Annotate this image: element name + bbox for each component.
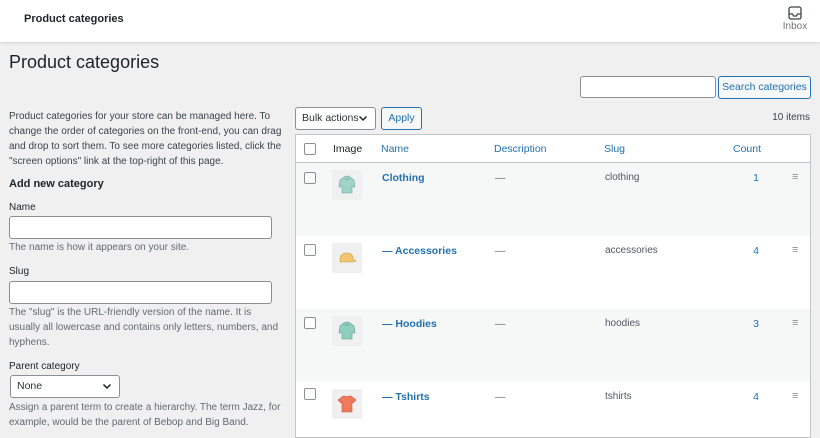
inbox-label: Inbox [782,21,808,32]
row-checkbox[interactable] [304,317,316,329]
category-thumbnail [332,243,362,273]
parent-category-select[interactable]: None [10,375,120,398]
category-slug: clothing [605,172,640,183]
hoodie-icon [338,175,356,194]
table-row: Clothing — clothing 1 ≡ [296,163,810,236]
category-count-link[interactable]: 1 [751,172,761,184]
tshirt-icon [337,395,357,413]
category-thumbnail [332,389,362,419]
column-description[interactable]: Description [494,143,547,155]
inbox-button[interactable]: Inbox [782,6,808,32]
category-name-link[interactable]: Clothing [382,172,425,184]
column-slug[interactable]: Slug [604,143,625,155]
category-count-link[interactable]: 4 [751,245,761,257]
slug-help-text: The "slug" is the URL-friendly version o… [9,307,279,348]
bulk-actions-select[interactable]: Bulk actions [295,107,376,130]
topbar-title: Product categories [24,13,124,25]
category-slug: hoodies [605,318,641,329]
slug-label: Slug [9,266,30,277]
intro-text: Product categories for your store can be… [9,111,282,167]
category-name-link[interactable]: — Accessories [382,245,457,257]
table-row: — Hoodies — hoodies 3 ≡ [296,309,810,382]
chevron-down-icon [102,383,112,390]
category-name-link[interactable]: — Tshirts [382,391,430,403]
chevron-down-icon [358,115,368,122]
row-checkbox[interactable] [304,244,316,256]
table-header: Image Name Description Slug Count [296,135,810,163]
category-count-link[interactable]: 4 [751,391,761,403]
items-count: 10 items [772,112,810,123]
column-name[interactable]: Name [381,143,409,155]
categories-table: Image Name Description Slug Count Clothi… [295,134,811,438]
page-title: Product categories [9,52,160,72]
table-row: — Accessories — accessories 4 ≡ [296,236,810,309]
add-new-category-heading: Add new category [9,178,104,190]
drag-handle-icon[interactable]: ≡ [792,317,798,329]
top-bar: Product categories Inbox [0,0,820,42]
category-description: — [495,318,506,330]
table-row: — Tshirts — tshirts 4 ≡ [296,382,810,437]
category-description: — [495,172,506,184]
category-description: — [495,391,506,403]
category-description: — [495,245,506,257]
category-thumbnail [332,170,362,200]
parent-help-text: Assign a parent term to create a hierarc… [9,402,281,428]
search-input[interactable] [580,76,716,98]
column-image: Image [333,143,363,155]
category-slug: tshirts [605,391,632,402]
hoodie-icon [338,321,356,340]
name-label: Name [9,202,36,213]
parent-category-value: None [17,380,43,392]
name-field[interactable] [9,216,272,239]
column-count[interactable]: Count [733,143,761,155]
slug-field[interactable] [9,281,272,304]
row-checkbox[interactable] [304,172,316,184]
category-count-link[interactable]: 3 [751,318,761,330]
category-name-link[interactable]: — Hoodies [382,318,437,330]
select-all-checkbox[interactable] [304,143,316,155]
category-slug: accessories [605,245,658,256]
search-categories-button[interactable]: Search categories [718,76,811,99]
cap-icon [339,252,357,263]
drag-handle-icon[interactable]: ≡ [792,171,798,183]
name-help-text: The name is how it appears on your site. [9,242,190,253]
category-thumbnail [332,316,362,346]
parent-category-label: Parent category [9,361,80,372]
drag-handle-icon[interactable]: ≡ [792,390,798,402]
row-checkbox[interactable] [304,388,316,400]
apply-button[interactable]: Apply [381,107,422,130]
bulk-actions-value: Bulk actions [302,112,359,124]
inbox-icon [788,6,802,20]
drag-handle-icon[interactable]: ≡ [792,244,798,256]
